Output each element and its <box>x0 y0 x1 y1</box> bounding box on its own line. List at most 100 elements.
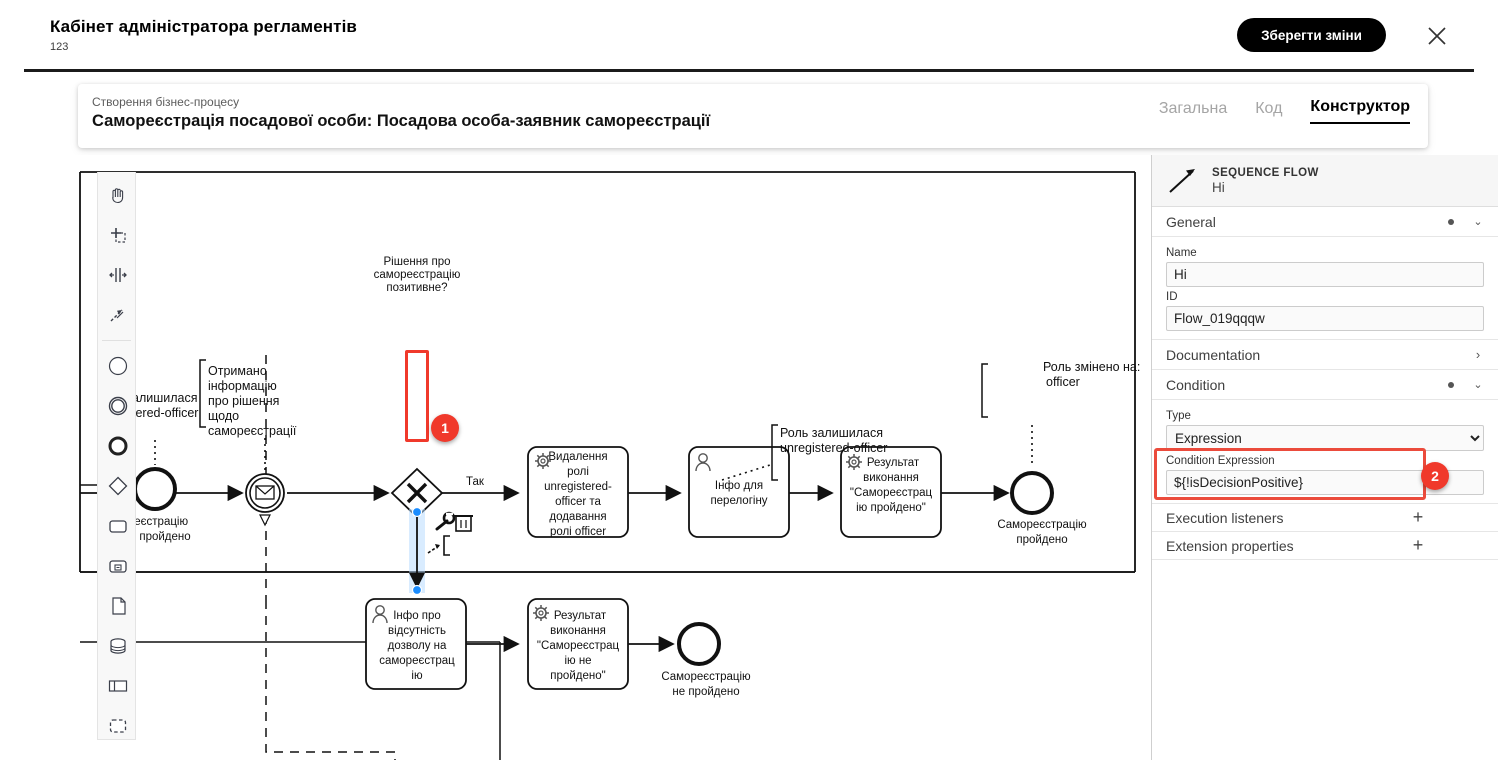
svg-text:перелогіну: перелогіну <box>710 495 767 507</box>
text-annotation[interactable]: Отримано інформацію про рішення щодо сам… <box>199 359 297 438</box>
tab-constructor[interactable]: Конструктор <box>1310 98 1410 124</box>
group-status-dot <box>1448 381 1454 388</box>
tab-code[interactable]: Код <box>1255 100 1282 124</box>
hand-tool-icon[interactable] <box>98 175 137 215</box>
group-header-documentation[interactable]: Documentation › <box>1152 340 1498 370</box>
svg-text:unregistered-officer: unregistered-officer <box>780 441 887 455</box>
selected-sequence-flow[interactable] <box>408 506 426 596</box>
process-header-card: Створення бізнес-процесу Самореєстрація … <box>78 84 1428 148</box>
svg-text:самореєстрації: самореєстрації <box>208 424 297 438</box>
group-title-condition: Condition <box>1166 376 1226 393</box>
svg-text:Інфо для: Інфо для <box>715 480 763 492</box>
add-execution-listener-icon[interactable]: + <box>1398 507 1438 528</box>
lasso-tool-icon[interactable] <box>98 215 137 255</box>
svg-text:самореєстрац: самореєстрац <box>379 655 455 667</box>
message-flow-dashed <box>265 355 396 760</box>
svg-text:позитивне?: позитивне? <box>386 282 447 294</box>
sequence-flow-icon <box>1166 166 1200 196</box>
gateway-icon[interactable] <box>98 466 137 506</box>
wrench-icon[interactable] <box>435 511 456 531</box>
group-header-condition[interactable]: Condition ⌄ <box>1152 370 1498 400</box>
trash-icon[interactable] <box>454 515 473 532</box>
svg-text:пройдено: пройдено <box>1016 534 1067 546</box>
group-header-extension-properties[interactable]: Extension properties + <box>1152 532 1498 560</box>
group-title-extension-properties: Extension properties <box>1166 537 1294 554</box>
condition-type-select[interactable]: Expression <box>1166 425 1484 451</box>
svg-text:пройдено: пройдено <box>139 531 190 543</box>
name-input[interactable] <box>1166 262 1484 287</box>
header-divider <box>24 69 1474 72</box>
svg-text:виконання: виконання <box>550 625 606 637</box>
svg-text:Отримано: Отримано <box>208 364 267 378</box>
svg-text:Інфо про: Інфо про <box>393 610 441 622</box>
svg-text:щодо: щодо <box>208 409 239 423</box>
bpmn-diagram: Отримано інформацію про рішення щодо сам… <box>79 171 1140 760</box>
svg-text:відсутність: відсутність <box>388 625 446 637</box>
add-extension-property-icon[interactable]: + <box>1398 535 1438 556</box>
palette-divider <box>102 340 131 341</box>
bpmn-palette[interactable] <box>97 172 136 740</box>
user-task[interactable]: Інфо для перелогіну <box>688 446 790 538</box>
data-object-icon[interactable] <box>98 586 137 626</box>
service-task[interactable]: Результат виконання "Самореєстрац ію про… <box>840 446 942 538</box>
group-body-general: Name ID <box>1152 237 1498 340</box>
group-status-dot <box>1448 218 1454 225</box>
tab-general[interactable]: Загальна <box>1159 100 1227 124</box>
properties-panel: SEQUENCE FLOW Hi General ⌄ Name ID Docum… <box>1151 155 1498 760</box>
service-task[interactable]: Результат виконання "Самореєстрац ію не … <box>527 598 629 690</box>
page-title: Кабінет адміністратора регламентів <box>50 17 357 36</box>
svg-text:Самореєстрацію: Самореєстрацію <box>661 671 751 683</box>
user-task[interactable]: Інфо про відсутність дозволу на самореєс… <box>365 598 467 690</box>
group-icon[interactable] <box>98 706 137 746</box>
svg-text:ію не: ію не <box>564 655 591 667</box>
connect-icon[interactable] <box>427 544 441 554</box>
properties-element-type: SEQUENCE FLOW <box>1212 166 1319 179</box>
chevron-right-icon[interactable]: › <box>1472 347 1484 362</box>
annotation-badge-2: 2 <box>1421 462 1449 490</box>
annotation-badge-1: 1 <box>431 414 459 442</box>
svg-text:ію пройдено": ію пройдено" <box>856 502 926 514</box>
message-intermediate-event[interactable] <box>245 473 285 527</box>
svg-text:Роль залишилася: Роль залишилася <box>780 426 883 440</box>
text-annotation-icon[interactable] <box>443 535 450 556</box>
task-icon[interactable] <box>98 506 137 546</box>
subprocess-icon[interactable] <box>98 546 137 586</box>
end-event-icon[interactable] <box>98 426 137 466</box>
bpmn-canvas[interactable]: Отримано інформацію про рішення щодо сам… <box>0 155 1150 760</box>
svg-text:officer: officer <box>1046 375 1080 389</box>
intermediate-event-icon[interactable] <box>98 386 137 426</box>
context-pad[interactable] <box>427 511 473 556</box>
svg-text:Роль змінено на:: Роль змінено на: <box>1043 360 1140 374</box>
start-event-icon[interactable] <box>98 346 137 386</box>
end-event[interactable]: Самореєстрацію не пройдено <box>661 622 751 698</box>
end-event[interactable]: Роль змінено на: officer Самореєстрацію … <box>981 360 1140 546</box>
svg-text:Видалення: Видалення <box>548 451 607 463</box>
breadcrumb: Створення бізнес-процесу <box>92 95 240 109</box>
svg-text:officer та: officer та <box>555 496 601 508</box>
svg-text:самореєстрацію: самореєстрацію <box>374 269 461 281</box>
global-connect-tool-icon[interactable] <box>98 295 137 335</box>
close-glyph <box>1428 27 1446 45</box>
participant-icon[interactable] <box>98 666 137 706</box>
exclusive-gateway[interactable]: Рішення про самореєстрацію позитивне? <box>374 256 461 519</box>
data-store-icon[interactable] <box>98 626 137 666</box>
svg-text:Результат: Результат <box>867 457 920 469</box>
svg-text:про рішення: про рішення <box>208 394 279 408</box>
process-name: Самореєстрація посадової особи: Посадова… <box>92 112 711 130</box>
group-header-execution-listeners[interactable]: Execution listeners + <box>1152 504 1498 532</box>
space-tool-icon[interactable] <box>98 255 137 295</box>
svg-text:ролі officer: ролі officer <box>550 526 606 538</box>
close-icon[interactable] <box>1424 23 1450 49</box>
chevron-down-icon[interactable]: ⌄ <box>1472 378 1484 391</box>
properties-element-name: Hi <box>1212 179 1225 195</box>
svg-text:інформацію: інформацію <box>208 379 277 393</box>
svg-text:unregistered-: unregistered- <box>544 481 612 493</box>
service-task[interactable]: Видалення ролі unregistered- officer та … <box>527 446 629 538</box>
group-header-general[interactable]: General ⌄ <box>1152 207 1498 237</box>
group-title-general: General <box>1166 213 1216 230</box>
id-input[interactable] <box>1166 306 1484 331</box>
svg-text:дозволу на: дозволу на <box>388 640 447 652</box>
svg-text:"Самореєстрац: "Самореєстрац <box>850 487 933 499</box>
save-button[interactable]: Зберегти зміни <box>1237 18 1386 52</box>
chevron-down-icon[interactable]: ⌄ <box>1472 215 1484 228</box>
